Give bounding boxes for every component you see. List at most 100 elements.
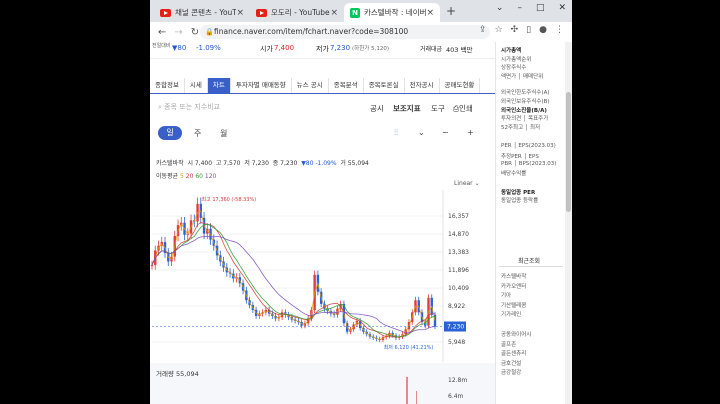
close-icon[interactable]: × — [426, 8, 434, 18]
volume-tick: 12.8m — [448, 377, 468, 384]
candlestick-icon[interactable]: ⫶⫶ — [394, 128, 398, 138]
sidebar-icon[interactable]: ▯ — [526, 25, 531, 35]
search-placeholder: 종목 또는 지수비교 — [164, 103, 221, 111]
recent-item-8[interactable]: 금호건설 — [501, 359, 521, 367]
low-price: 저 7,230 — [244, 160, 269, 167]
recent-item-1[interactable]: 카카오엔터 — [501, 282, 526, 290]
low-value: 7,230 — [330, 44, 351, 52]
subtab-3[interactable]: 투자자별 매매동향 — [231, 78, 292, 93]
tool-button[interactable]: 도구 — [431, 103, 445, 114]
amount-label: 거래대금 — [420, 46, 443, 53]
indicator-button[interactable]: 보조지표 — [393, 103, 421, 114]
close-window-icon[interactable]: ✕ — [558, 3, 566, 13]
subtab-1[interactable]: 시세 — [185, 78, 208, 93]
ma-60: 60 — [195, 173, 203, 180]
window-controls: ⌄ – □ ✕ — [496, 3, 566, 13]
close-icon[interactable]: × — [330, 8, 338, 18]
subtab-5[interactable]: 종목분석 — [329, 78, 364, 93]
ma-label: 이동평균 — [156, 173, 179, 180]
price-chart[interactable]: 16,357 14,870 13,383 11,896 10,409 8,922 5,948… — [150, 190, 495, 362]
recent-item-3[interactable]: 기산텔레콤 — [501, 301, 526, 309]
volume-panel: 거래량 55,094 12.8m 6.4m — [150, 363, 495, 404]
naver-icon: N — [350, 7, 360, 18]
sidebar-item-4: 외국인한도주식수(A) — [501, 90, 550, 97]
lock-icon: 🔒 — [205, 28, 214, 36]
share-icon[interactable]: ⇪ — [479, 25, 487, 35]
y-tick-label: 5,948 — [448, 339, 465, 346]
sidebar-item-2: 상장주식수 — [501, 65, 527, 72]
sidebar-item-9: PER │ EPS(2023.03) — [501, 143, 556, 150]
recent-item-5[interactable]: 공동와이어시 — [501, 330, 531, 338]
volume-label-text: 거래량 — [156, 370, 174, 378]
recent-item-0[interactable]: 카스텔바작 — [501, 272, 526, 280]
sidebar-item-7: 투자의견 │ 목표주가 — [501, 116, 549, 123]
period-week[interactable]: 주 — [194, 128, 201, 139]
recent-item-4[interactable]: 기가레인 — [501, 310, 521, 318]
close-icon[interactable]: × — [236, 8, 244, 18]
chevron-down-icon[interactable]: ⌄ — [496, 3, 504, 13]
star-icon[interactable]: ☆ — [495, 25, 503, 35]
print-button[interactable]: ⎙인쇄 — [453, 103, 473, 114]
menu-icon[interactable]: ⋮ — [555, 25, 564, 35]
maximize-icon[interactable]: □ — [536, 3, 545, 13]
volume-bar — [406, 377, 408, 404]
zoom-out-icon[interactable]: − — [442, 128, 449, 137]
subtab-2[interactable]: 차트 — [207, 78, 231, 93]
period-month[interactable]: 월 — [220, 128, 227, 139]
profile-icon[interactable]: ● — [539, 25, 547, 35]
prev-label: 전일대비 — [152, 43, 171, 49]
tab-youtube-odori[interactable]: 오도리 - YouTube × — [250, 3, 344, 22]
sidebar-item-8: 52주최고 │ 최저 — [501, 124, 541, 131]
subtab-7[interactable]: 전자공시 — [405, 78, 440, 93]
candle-body — [150, 265, 154, 267]
toolbar-icons: ⇪ ☆ ✣ ▯ ● ⋮ — [479, 25, 564, 35]
scale-mode-select[interactable]: Linear ⌄ — [454, 180, 480, 187]
new-tab-button[interactable]: + — [446, 4, 456, 18]
period-selector: 일 주 월 ⫶⫶ ⌄ − + — [150, 126, 495, 144]
youtube-icon — [160, 8, 171, 17]
change-percent: -1.09% — [196, 44, 221, 52]
period-day[interactable]: 일 — [158, 126, 182, 140]
stock-info-line: 카스텔바작 시 7,400 고 7,570 저 7,230 종 7,230 ▼8… — [156, 158, 369, 167]
recent-item-6[interactable]: 골프존 — [501, 340, 516, 348]
sidebar-item-13: 동일업종 PER — [501, 189, 536, 196]
tab-youtube-channel[interactable]: 채널 콘텐츠 - YouTube × — [154, 3, 250, 22]
subtab-8[interactable]: 공매도현황 — [440, 78, 481, 93]
tab-title: 카스텔바작 : 네이버 증 — [364, 8, 427, 17]
volume-value: 55,094 — [176, 370, 199, 378]
subtab-6[interactable]: 종목토론실 — [364, 78, 405, 93]
back-icon[interactable]: ← — [158, 27, 166, 38]
price-summary-row: 전일대비 ▼80 -1.09% 시가 7,400 저가 7,230 (하한가 5… — [150, 42, 495, 59]
ma-20: 20 — [185, 173, 194, 180]
forward-icon[interactable]: → — [174, 27, 182, 38]
subtab-0[interactable]: 종합정보 — [150, 78, 185, 93]
tab-strip: 채널 콘텐츠 - YouTube × 오도리 - YouTube × N 카스텔… — [150, 0, 572, 22]
annotation-label: 최고 17,360 (-58.33%) — [202, 196, 257, 203]
open-price: 시 7,400 — [187, 160, 213, 167]
address-bar[interactable]: 🔒 finance.naver.com/item/fchart.naver?co… — [200, 25, 490, 39]
subtab-4[interactable]: 뉴스 공시 — [292, 78, 329, 93]
tab-naver-finance[interactable]: N 카스텔바작 : 네이버 증 × — [344, 3, 440, 22]
recent-label: 최근조회 — [518, 258, 541, 265]
scrollbar[interactable] — [565, 42, 572, 404]
change-amount: ▼80 — [172, 44, 187, 52]
scale-mode-label: Linear — [454, 180, 473, 187]
recent-item-7[interactable]: 골든센츄리 — [501, 349, 526, 357]
ma-120: 120 — [204, 173, 217, 180]
reload-icon[interactable]: ↻ — [191, 27, 199, 38]
y-tick-label: 10,409 — [448, 285, 469, 292]
recent-item-9[interactable]: 금강철강 — [501, 368, 521, 376]
recent-item-2[interactable]: 기아 — [501, 291, 511, 299]
divider — [499, 266, 563, 267]
url-text: finance.naver.com/item/fchart.naver?code… — [214, 27, 409, 36]
notice-button[interactable]: 공시 — [370, 103, 384, 114]
low-label: 저가 — [316, 45, 329, 53]
chart-page: 전일대비 ▼80 -1.09% 시가 7,400 저가 7,230 (하한가 5… — [150, 42, 495, 404]
compare-search-input[interactable]: ⌕ 종목 또는 지수비교 — [158, 102, 220, 112]
scrollbar-thumb[interactable] — [566, 92, 571, 212]
chevron-down-icon[interactable]: ⌄ — [418, 128, 425, 137]
zoom-in-icon[interactable]: + — [467, 128, 474, 137]
extensions-icon[interactable]: ✣ — [511, 25, 519, 35]
volume-tick: 6.4m — [448, 393, 464, 400]
minimize-icon[interactable]: – — [517, 3, 522, 13]
